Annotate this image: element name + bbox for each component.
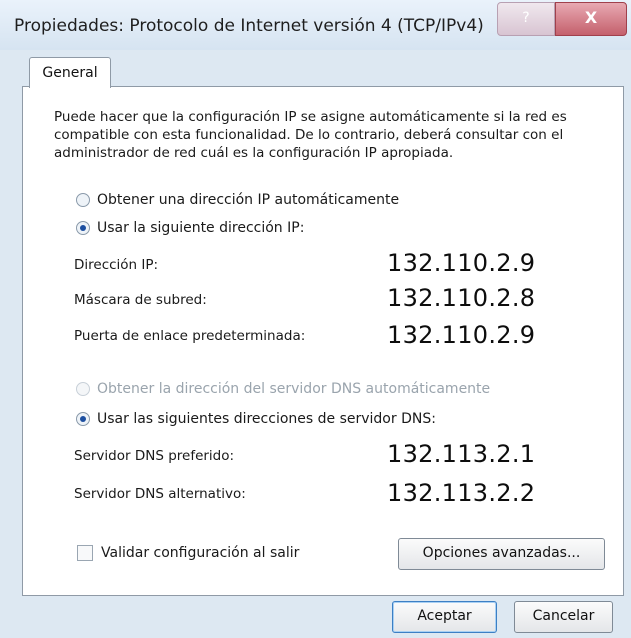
preferred-dns-label: Servidor DNS preferido:	[74, 448, 235, 464]
radio-dns-manual-label: Usar las siguientes direcciones de servi…	[97, 411, 436, 427]
validate-row[interactable]: Validar configuración al salir	[77, 545, 299, 561]
radio-dns-manual-row[interactable]: Usar las siguientes direcciones de servi…	[76, 411, 436, 427]
radio-ip-auto[interactable]	[76, 193, 90, 207]
radio-dns-auto-row[interactable]: Obtener la dirección del servidor DNS au…	[76, 381, 490, 397]
help-button[interactable]: ?	[497, 2, 555, 36]
close-button[interactable]: X	[555, 2, 627, 36]
alternate-dns-label: Servidor DNS alternativo:	[74, 486, 246, 502]
title-bar: Propiedades: Protocolo de Internet versi…	[0, 0, 631, 50]
default-gateway-field[interactable]: 132.110.2.9	[387, 321, 535, 349]
radio-ip-manual[interactable]	[76, 221, 90, 235]
window-controls: ? X	[497, 0, 631, 36]
cancel-button[interactable]: Cancelar	[514, 601, 613, 633]
window-title: Propiedades: Protocolo de Internet versi…	[14, 16, 484, 36]
radio-ip-manual-row[interactable]: Usar la siguiente dirección IP:	[76, 220, 304, 236]
preferred-dns-field[interactable]: 132.113.2.1	[387, 440, 535, 468]
default-gateway-label: Puerta de enlace predeterminada:	[74, 328, 306, 344]
radio-ip-manual-label: Usar la siguiente dirección IP:	[97, 220, 305, 236]
radio-dns-auto-label: Obtener la dirección del servidor DNS au…	[97, 381, 491, 397]
subnet-mask-label: Máscara de subred:	[74, 292, 207, 308]
ip-address-label: Dirección IP:	[74, 257, 159, 273]
ok-button[interactable]: Aceptar	[392, 601, 497, 633]
radio-ip-auto-row[interactable]: Obtener una dirección IP automáticamente	[76, 192, 399, 208]
validate-label: Validar configuración al salir	[101, 545, 300, 561]
radio-dns-manual[interactable]	[76, 412, 90, 426]
validate-checkbox[interactable]	[77, 545, 93, 561]
radio-dns-auto[interactable]	[76, 382, 90, 396]
advanced-options-button[interactable]: Opciones avanzadas...	[398, 538, 605, 570]
subnet-mask-field[interactable]: 132.110.2.8	[387, 284, 535, 312]
radio-ip-auto-label: Obtener una dirección IP automáticamente	[97, 192, 400, 208]
description-text: Puede hacer que la configuración IP se a…	[54, 109, 567, 161]
tab-general[interactable]: General	[29, 57, 111, 88]
ip-address-field[interactable]: 132.110.2.9	[387, 249, 535, 277]
alternate-dns-field[interactable]: 132.113.2.2	[387, 479, 535, 507]
